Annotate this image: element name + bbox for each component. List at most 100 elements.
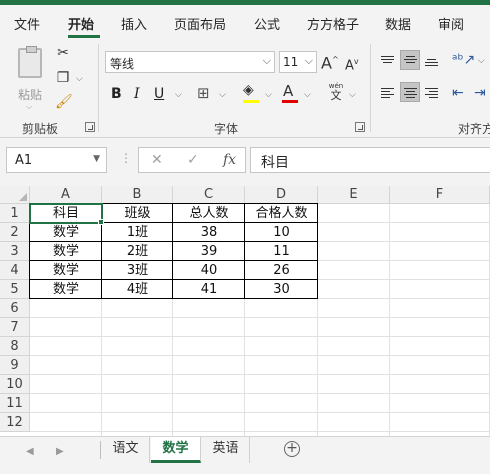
cell-b5[interactable]: 4班 — [102, 280, 173, 299]
row-gridline — [30, 336, 490, 337]
clipboard-launcher-icon[interactable] — [85, 122, 95, 132]
spreadsheet-grid[interactable]: A B C D E F 1 2 3 4 5 6 7 8 9 10 11 12 科目 班级 总人数 合格人数 数学 1班 38 10… — [0, 186, 490, 436]
row-header-4[interactable]: 4 — [0, 261, 30, 280]
tab-file[interactable]: 文件 — [14, 14, 40, 33]
fill-handle[interactable] — [98, 219, 104, 225]
underline-button[interactable]: U — [154, 86, 164, 102]
align-left-icon — [381, 88, 394, 100]
cell-b1[interactable]: 班级 — [102, 204, 173, 223]
cell-b3[interactable]: 2班 — [102, 242, 173, 261]
select-all-corner[interactable] — [0, 186, 30, 204]
cell-c3[interactable]: 39 — [173, 242, 245, 261]
cut-scissors-icon[interactable]: ✂ — [55, 45, 71, 61]
align-bottom-button[interactable] — [422, 52, 442, 72]
prev-sheet-arrow-icon[interactable]: ◀ — [26, 446, 34, 457]
row-header-5[interactable]: 5 — [0, 280, 30, 299]
cell-a3[interactable]: 数学 — [30, 242, 102, 261]
cell-d2[interactable]: 10 — [245, 223, 318, 242]
column-header-a[interactable]: A — [30, 186, 102, 204]
cell-d5[interactable]: 30 — [245, 280, 318, 299]
formula-content: 科目 — [261, 155, 289, 171]
row-gridline — [30, 412, 490, 413]
tab-page-layout[interactable]: 页面布局 — [174, 14, 226, 33]
cell-c4[interactable]: 40 — [173, 261, 245, 280]
row-header-3[interactable]: 3 — [0, 242, 30, 261]
bold-button[interactable]: B — [111, 86, 122, 102]
sheet-tab-chinese[interactable]: 语文 — [102, 437, 150, 463]
underline-dropdown-icon[interactable]: ⌵ — [175, 90, 182, 100]
row-header-7[interactable]: 7 — [0, 318, 30, 337]
row-header-6[interactable]: 6 — [0, 299, 30, 318]
row-header-11[interactable]: 11 — [0, 394, 30, 413]
formula-bar-area: A1 ▼ ⋮ ✕ ✓ fx 科目 — [0, 138, 490, 186]
shrink-font-icon[interactable]: Av — [345, 54, 359, 74]
column-header-e[interactable]: E — [318, 186, 390, 204]
row-header-9[interactable]: 9 — [0, 356, 30, 375]
align-right-button[interactable] — [422, 84, 442, 104]
copy-dropdown-icon[interactable]: ⌵ — [76, 74, 83, 84]
column-header-b[interactable]: B — [102, 186, 173, 204]
align-center-button[interactable] — [400, 82, 420, 102]
insert-function-icon[interactable]: fx — [223, 152, 236, 168]
paste-button[interactable]: 粘贴 ⌵ — [14, 46, 48, 111]
borders-icon[interactable]: ⊞ — [197, 85, 210, 101]
grow-font-icon[interactable]: A^ — [321, 52, 339, 71]
increase-indent-icon[interactable]: ⇥ — [474, 85, 486, 101]
align-top-icon — [381, 56, 394, 65]
tab-data[interactable]: 数据 — [385, 14, 411, 33]
column-header-f[interactable]: F — [390, 186, 490, 204]
phonetic-dropdown-icon[interactable]: ⌵ — [349, 90, 356, 100]
italic-button[interactable]: I — [134, 86, 140, 102]
column-header-d[interactable]: D — [245, 186, 318, 204]
fill-color-dropdown-icon[interactable]: ⌵ — [265, 90, 272, 100]
cell-a2[interactable]: 数学 — [30, 223, 102, 242]
decrease-indent-icon[interactable]: ⇤ — [452, 85, 464, 101]
font-size-select[interactable]: 11 ⌵ — [279, 51, 317, 73]
row-header-10[interactable]: 10 — [0, 375, 30, 394]
sheet-tab-math[interactable]: 数学 — [151, 437, 201, 463]
row-header-2[interactable]: 2 — [0, 223, 30, 242]
cell-b4[interactable]: 3班 — [102, 261, 173, 280]
row-header-8[interactable]: 8 — [0, 337, 30, 356]
orientation-dropdown-icon[interactable]: ⌵ — [478, 56, 485, 66]
shrink-font-letter: A — [345, 58, 354, 74]
cell-c2[interactable]: 38 — [173, 223, 245, 242]
cell-a5[interactable]: 数学 — [30, 280, 102, 299]
orientation-icon[interactable]: ᵃᵇ↗ — [452, 52, 475, 68]
fill-color-bucket-icon[interactable]: ◈ — [243, 82, 254, 98]
tab-fangfang[interactable]: 方方格子 — [307, 14, 359, 33]
sheet-tab-english[interactable]: 英语 — [202, 437, 250, 463]
tab-review[interactable]: 审阅 — [438, 14, 464, 33]
tab-insert[interactable]: 插入 — [121, 14, 147, 33]
font-launcher-icon[interactable] — [355, 122, 365, 132]
format-painter-brush-icon[interactable]: 🖌 — [55, 94, 73, 110]
cell-c1[interactable]: 总人数 — [173, 204, 245, 223]
enter-check-icon[interactable]: ✓ — [187, 152, 199, 168]
align-top-button[interactable] — [378, 52, 398, 72]
cell-a4[interactable]: 数学 — [30, 261, 102, 280]
copy-icon[interactable]: ❐ — [55, 70, 71, 86]
formula-input[interactable]: 科目 — [250, 147, 490, 173]
font-color-icon[interactable]: A — [283, 83, 293, 99]
row-header-1[interactable]: 1 — [0, 204, 30, 223]
cell-d3[interactable]: 11 — [245, 242, 318, 261]
phonetic-guide-icon[interactable]: wén 文 — [327, 82, 345, 102]
font-name-select[interactable]: 等线 ⌵ — [105, 51, 275, 73]
cell-d4[interactable]: 26 — [245, 261, 318, 280]
cell-c5[interactable]: 41 — [173, 280, 245, 299]
row-header-12[interactable]: 12 — [0, 413, 30, 432]
next-sheet-arrow-icon[interactable]: ▶ — [56, 446, 64, 457]
more-options-icon[interactable]: ⋮ — [120, 151, 132, 165]
cell-d1[interactable]: 合格人数 — [245, 204, 318, 223]
font-color-dropdown-icon[interactable]: ⌵ — [304, 90, 311, 100]
cancel-icon[interactable]: ✕ — [151, 152, 163, 168]
add-sheet-plus-icon[interactable]: + — [284, 441, 300, 457]
align-middle-button[interactable] — [400, 50, 420, 70]
align-left-button[interactable] — [378, 84, 398, 104]
borders-dropdown-icon[interactable]: ⌵ — [219, 90, 226, 100]
tab-home[interactable]: 开始 — [68, 14, 94, 33]
cell-b2[interactable]: 1班 — [102, 223, 173, 242]
column-header-c[interactable]: C — [173, 186, 245, 204]
name-box[interactable]: A1 ▼ — [6, 147, 107, 173]
tab-formulas[interactable]: 公式 — [254, 14, 280, 33]
